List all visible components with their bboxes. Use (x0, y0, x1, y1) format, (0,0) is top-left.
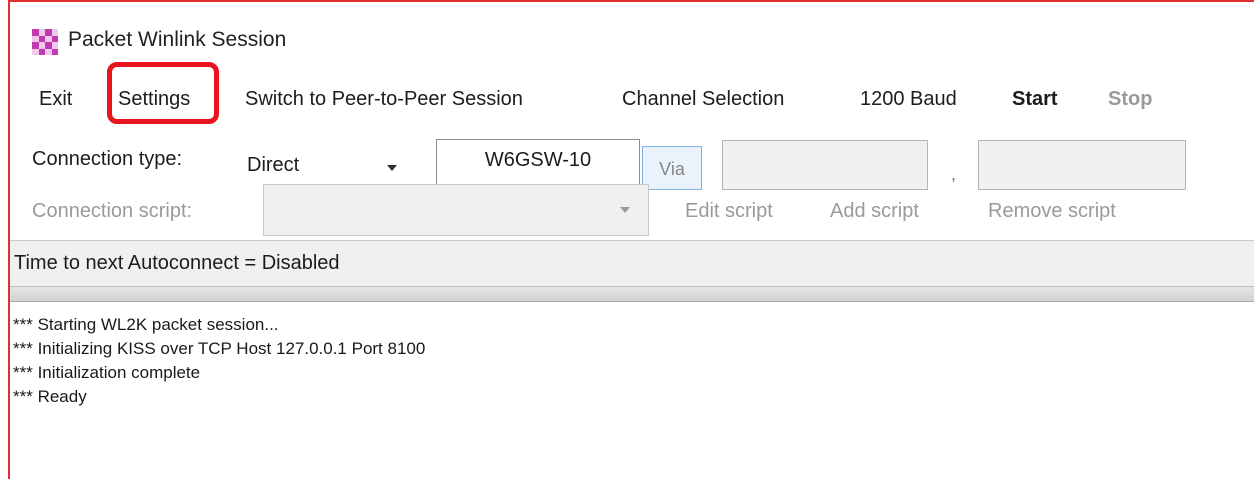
connection-type-value: Direct (247, 154, 300, 176)
menu-start[interactable]: Start (1012, 88, 1058, 111)
callsign-input[interactable]: W6GSW-10 (436, 139, 640, 189)
callsign-value: W6GSW-10 (484, 149, 592, 171)
menu-stop[interactable]: Stop (1108, 88, 1152, 111)
menu-channel-selection[interactable]: Channel Selection (622, 88, 784, 111)
log-line: *** Initializing KISS over TCP Host 127.… (13, 339, 426, 358)
title-bar: Packet Winlink Session (10, 2, 1254, 68)
menu-baud[interactable]: 1200 Baud (860, 88, 957, 111)
settings-highlight-annotation (107, 62, 219, 124)
chevron-down-icon (387, 165, 397, 171)
connection-script-label: Connection script: (32, 200, 193, 222)
remove-script-button[interactable]: Remove script (988, 200, 1116, 223)
autoconnect-status-panel: Time to next Autoconnect = Disabled (10, 240, 1254, 287)
add-script-button[interactable]: Add script (830, 200, 919, 223)
via-second-input[interactable] (978, 140, 1186, 190)
connection-type-select[interactable]: Direct (239, 142, 419, 190)
window-title: Packet Winlink Session (68, 28, 287, 51)
connection-script-select[interactable] (263, 184, 649, 236)
edit-script-button[interactable]: Edit script (685, 200, 773, 223)
winlink-app-icon (32, 29, 58, 55)
menu-exit[interactable]: Exit (39, 88, 72, 111)
packet-winlink-window: Packet Winlink Session Exit Settings Swi… (8, 0, 1254, 481)
session-log: *** Starting WL2K packet session... *** … (10, 302, 1254, 481)
splitter-handle[interactable] (10, 286, 1254, 302)
via-input[interactable] (722, 140, 928, 190)
connection-type-label: Connection type: (32, 148, 183, 170)
via-label: Via (659, 159, 685, 179)
chevron-down-icon (620, 207, 630, 213)
menu-switch-session[interactable]: Switch to Peer-to-Peer Session (245, 88, 523, 111)
autoconnect-status-text: Time to next Autoconnect = Disabled (14, 252, 340, 274)
log-line: *** Initialization complete (13, 363, 201, 382)
log-line: *** Starting WL2K packet session... (13, 315, 279, 334)
via-separator-comma: , (951, 164, 957, 184)
via-button[interactable]: Via (642, 146, 702, 190)
log-line: *** Ready (13, 387, 87, 406)
